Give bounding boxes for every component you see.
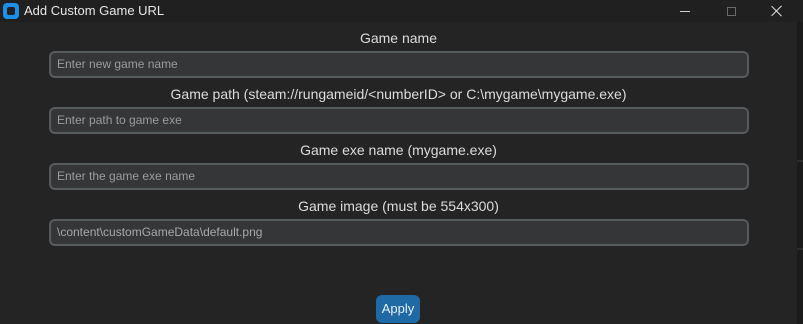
game-exe-placeholder: Enter the game exe name bbox=[57, 169, 196, 183]
minimize-icon bbox=[680, 10, 690, 12]
game-path-placeholder: Enter path to game exe bbox=[57, 113, 182, 127]
game-image-input[interactable]: \content\customGameData\default.png bbox=[49, 219, 749, 246]
dialog-window: Add Custom Game URL Game name Enter new … bbox=[0, 0, 803, 324]
game-exe-input[interactable]: Enter the game exe name bbox=[49, 163, 749, 190]
close-button[interactable] bbox=[754, 0, 800, 22]
window-title: Add Custom Game URL bbox=[24, 3, 165, 18]
edge-mark bbox=[797, 160, 803, 162]
close-icon bbox=[771, 5, 783, 17]
game-exe-label: Game exe name (mygame.exe) bbox=[300, 142, 497, 158]
game-name-placeholder: Enter new game name bbox=[57, 57, 178, 71]
game-name-input[interactable]: Enter new game name bbox=[49, 51, 749, 78]
maximize-button[interactable] bbox=[708, 0, 754, 22]
game-path-input[interactable]: Enter path to game exe bbox=[49, 107, 749, 134]
maximize-icon bbox=[726, 6, 736, 16]
minimize-button[interactable] bbox=[662, 0, 708, 22]
app-icon bbox=[3, 3, 19, 19]
apply-button[interactable]: Apply bbox=[376, 295, 420, 323]
window-edge bbox=[797, 22, 803, 324]
game-name-label: Game name bbox=[359, 30, 438, 46]
game-image-value: \content\customGameData\default.png bbox=[57, 225, 263, 239]
game-image-label: Game image (must be 554x300) bbox=[298, 198, 499, 214]
edge-mark bbox=[797, 248, 803, 250]
title-bar[interactable]: Add Custom Game URL bbox=[0, 0, 803, 22]
game-path-label: Game path (steam://rungameid/<numberID> … bbox=[170, 86, 627, 102]
